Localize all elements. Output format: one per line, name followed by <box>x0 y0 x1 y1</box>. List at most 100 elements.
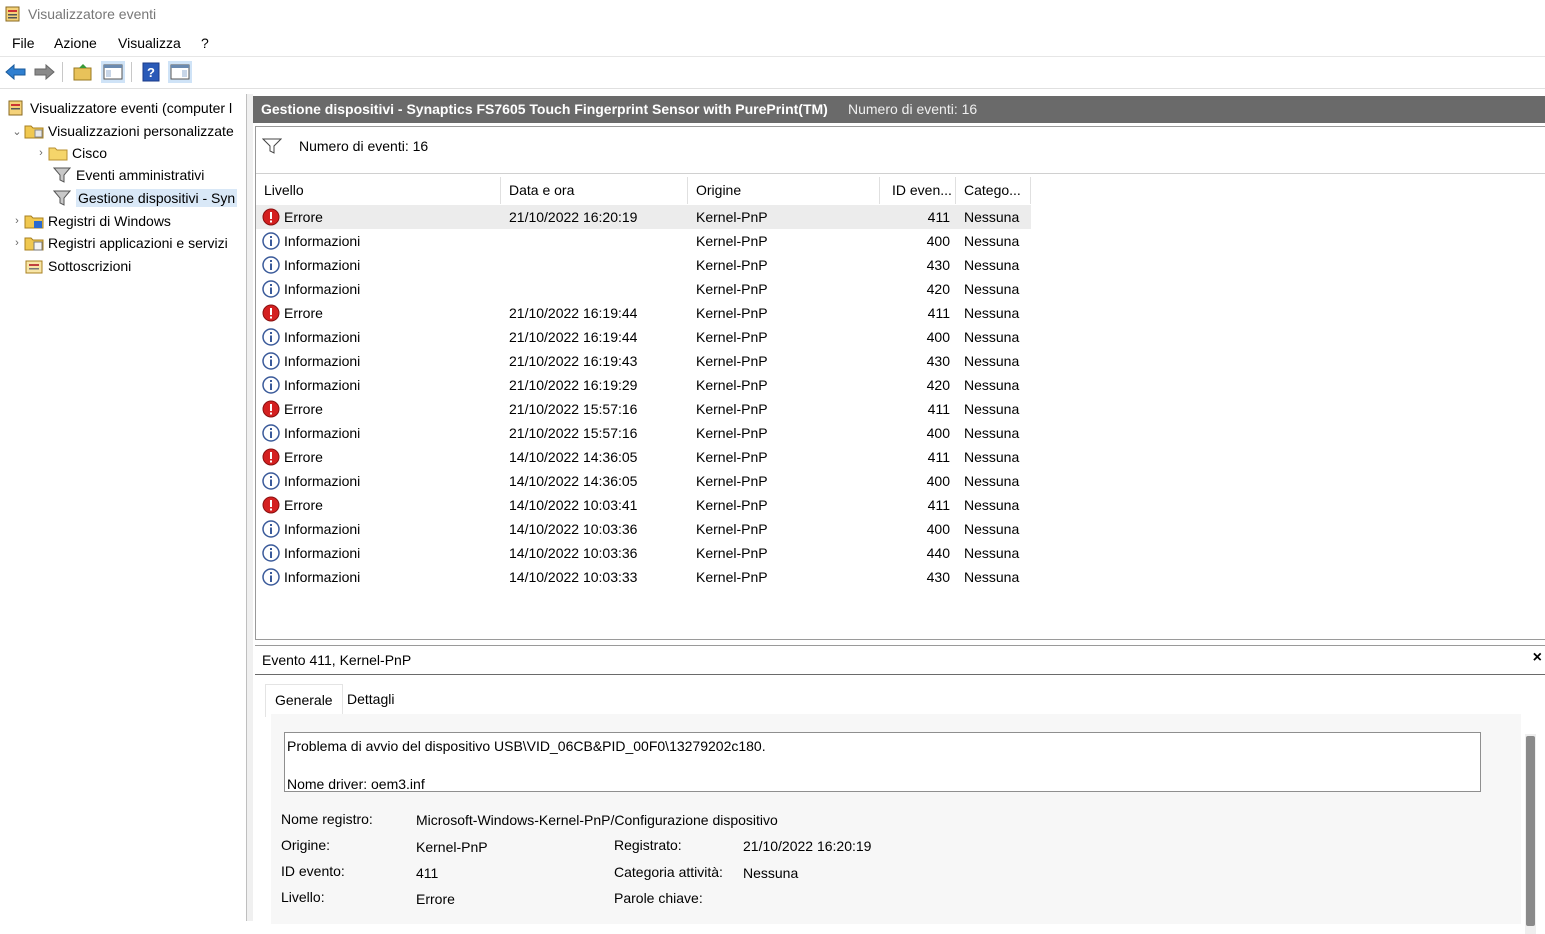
general-tab-content: Problema di avvio del dispositivo USB\VI… <box>271 714 1521 924</box>
cell-source: Kernel-PnP <box>696 305 768 321</box>
table-row[interactable]: Informazioni Kernel-PnP 420 Nessuna <box>256 277 1031 301</box>
table-row[interactable]: Informazioni 21/10/2022 16:19:29 Kernel-Pn… <box>256 373 1031 397</box>
menu-azione[interactable]: Azione <box>48 35 103 51</box>
column-header-level[interactable]: Livello <box>256 177 501 204</box>
column-header-source[interactable]: Origine <box>688 177 880 204</box>
column-header-category[interactable]: Catego... <box>956 177 1031 204</box>
expander-icon[interactable]: › <box>10 237 24 249</box>
cell-event-id: 400 <box>926 521 950 537</box>
table-row[interactable]: Errore 14/10/2022 14:36:05 Kernel-PnP 411 Ne… <box>256 445 1031 469</box>
scrollbar-thumb[interactable] <box>1526 736 1535 926</box>
table-row[interactable]: Errore 21/10/2022 16:19:44 Kernel-PnP 411 Ne… <box>256 301 1031 325</box>
table-row[interactable]: Informazioni Kernel-PnP 430 Nessuna <box>256 253 1031 277</box>
source-label: Origine: <box>281 837 331 853</box>
cell-category: Nessuna <box>964 305 1020 321</box>
cell-category: Nessuna <box>964 329 1020 345</box>
info-icon <box>262 544 280 562</box>
menu-file[interactable]: File <box>6 35 41 51</box>
tree-item-label: Registri applicazioni e servizi <box>48 235 228 251</box>
menu-visualizza[interactable]: Visualizza <box>112 35 187 51</box>
cell-level: Informazioni <box>284 569 361 585</box>
table-row[interactable]: Informazioni 14/10/2022 14:36:05 Kernel-Pn… <box>256 469 1031 493</box>
event-id-label: ID evento: <box>281 863 345 879</box>
logged-label: Registrato: <box>614 837 682 853</box>
help-button[interactable]: ? <box>139 61 163 83</box>
back-arrow-icon <box>5 64 26 80</box>
menu-help[interactable]: ? <box>195 35 215 51</box>
close-icon[interactable]: × <box>1533 649 1542 667</box>
level-value: Errore <box>416 891 455 907</box>
tree-item-admin-events[interactable]: Eventi amministrativi <box>38 164 204 186</box>
task-label: Categoria attività: <box>614 864 723 880</box>
cell-date: 14/10/2022 10:03:36 <box>509 545 638 561</box>
cell-source: Kernel-PnP <box>696 329 768 345</box>
cell-level: Errore <box>284 449 323 465</box>
event-message-box[interactable]: Problema di avvio del dispositivo USB\VI… <box>284 732 1481 792</box>
table-row[interactable]: Errore 21/10/2022 15:57:16 Kernel-PnP 411 Ne… <box>256 397 1031 421</box>
log-name-value: Microsoft-Windows-Kernel-PnP/Configurazi… <box>416 812 778 828</box>
show-hide-action-pane-button[interactable] <box>168 61 192 83</box>
info-icon <box>262 568 280 586</box>
table-row[interactable]: Informazioni 21/10/2022 16:19:43 Kernel-Pn… <box>256 349 1031 373</box>
cell-category: Nessuna <box>964 521 1020 537</box>
tree-item-windows-logs[interactable]: › Registri di Windows <box>10 210 171 232</box>
tree-item-label: Registri di Windows <box>48 213 171 229</box>
title-bar: Visualizzatore eventi <box>0 0 1545 30</box>
expander-icon[interactable]: ⌄ <box>10 125 24 138</box>
pane-splitter[interactable] <box>247 94 253 921</box>
cell-level: Informazioni <box>284 473 361 489</box>
table-row[interactable]: Informazioni Kernel-PnP 400 Nessuna <box>256 229 1031 253</box>
cell-category: Nessuna <box>964 545 1020 561</box>
detail-scrollbar[interactable] <box>1525 734 1536 934</box>
cell-date: 21/10/2022 15:57:16 <box>509 401 638 417</box>
table-row[interactable]: Errore 14/10/2022 10:03:41 Kernel-PnP 411 Ne… <box>256 493 1031 517</box>
cell-event-id: 411 <box>927 305 950 321</box>
table-row[interactable]: Informazioni 21/10/2022 16:19:44 Kernel-Pn… <box>256 325 1031 349</box>
tree-item-root[interactable]: Visualizzatore eventi (computer l <box>6 97 232 119</box>
expander-icon[interactable]: › <box>10 215 24 227</box>
tree-item-device-management[interactable]: Gestione dispositivi - Syn <box>38 187 238 209</box>
tree-item-cisco[interactable]: › Cisco <box>34 142 107 164</box>
cell-date: 21/10/2022 16:19:44 <box>509 329 638 345</box>
tab-generale[interactable]: Generale <box>265 684 343 717</box>
forward-arrow-icon <box>34 64 55 80</box>
expander-icon[interactable]: › <box>34 147 48 159</box>
tree-item-custom-views[interactable]: ⌄ Visualizzazioni personalizzate <box>10 120 234 142</box>
tree-item-label: Visualizzatore eventi (computer l <box>30 100 233 116</box>
cell-category: Nessuna <box>964 449 1020 465</box>
error-icon <box>262 208 280 226</box>
table-row[interactable]: Informazioni 14/10/2022 10:03:36 Kernel-Pn… <box>256 541 1031 565</box>
svg-text:?: ? <box>147 65 155 80</box>
show-hide-console-tree-button[interactable] <box>101 61 125 83</box>
message-line: Problema di avvio del dispositivo USB\VI… <box>287 738 766 754</box>
cell-level: Informazioni <box>284 257 361 273</box>
table-row[interactable]: Informazioni 14/10/2022 10:03:33 Kernel-Pn… <box>256 565 1031 589</box>
cell-event-id: 411 <box>927 497 950 513</box>
forward-button[interactable] <box>32 61 56 83</box>
tree-item-subscriptions[interactable]: Sottoscrizioni <box>10 255 131 277</box>
table-row[interactable]: Informazioni 14/10/2022 10:03:36 Kernel-Pn… <box>256 517 1031 541</box>
open-button[interactable] <box>71 61 95 83</box>
cell-category: Nessuna <box>964 473 1020 489</box>
level-label: Livello: <box>281 889 325 905</box>
filter-icon <box>262 138 282 154</box>
cell-level: Informazioni <box>284 281 361 297</box>
cell-category: Nessuna <box>964 569 1020 585</box>
table-row[interactable]: Errore 21/10/2022 16:20:19 Kernel-PnP 411 Ne… <box>256 205 1031 229</box>
tree-item-label: Eventi amministrativi <box>76 167 205 183</box>
log-name-label: Nome registro: <box>281 811 373 827</box>
cell-source: Kernel-PnP <box>696 569 768 585</box>
column-header-event-id[interactable]: ID even... <box>880 177 956 204</box>
tab-dettagli[interactable]: Dettagli <box>338 684 403 716</box>
tree-item-label: Visualizzazioni personalizzate <box>48 123 234 139</box>
column-header-date[interactable]: Data e ora <box>501 177 688 204</box>
subscriptions-icon <box>24 257 44 275</box>
back-button[interactable] <box>4 61 28 83</box>
cell-level: Errore <box>284 497 323 513</box>
table-row[interactable]: Informazioni 21/10/2022 15:57:16 Kernel-Pn… <box>256 421 1031 445</box>
filter-bar: Numero di eventi: 16 <box>256 127 1545 174</box>
cell-event-id: 400 <box>926 473 950 489</box>
cell-event-id: 430 <box>926 353 950 369</box>
tree-item-app-service-logs[interactable]: › Registri applicazioni e servizi <box>10 232 228 254</box>
cell-event-id: 411 <box>927 449 950 465</box>
